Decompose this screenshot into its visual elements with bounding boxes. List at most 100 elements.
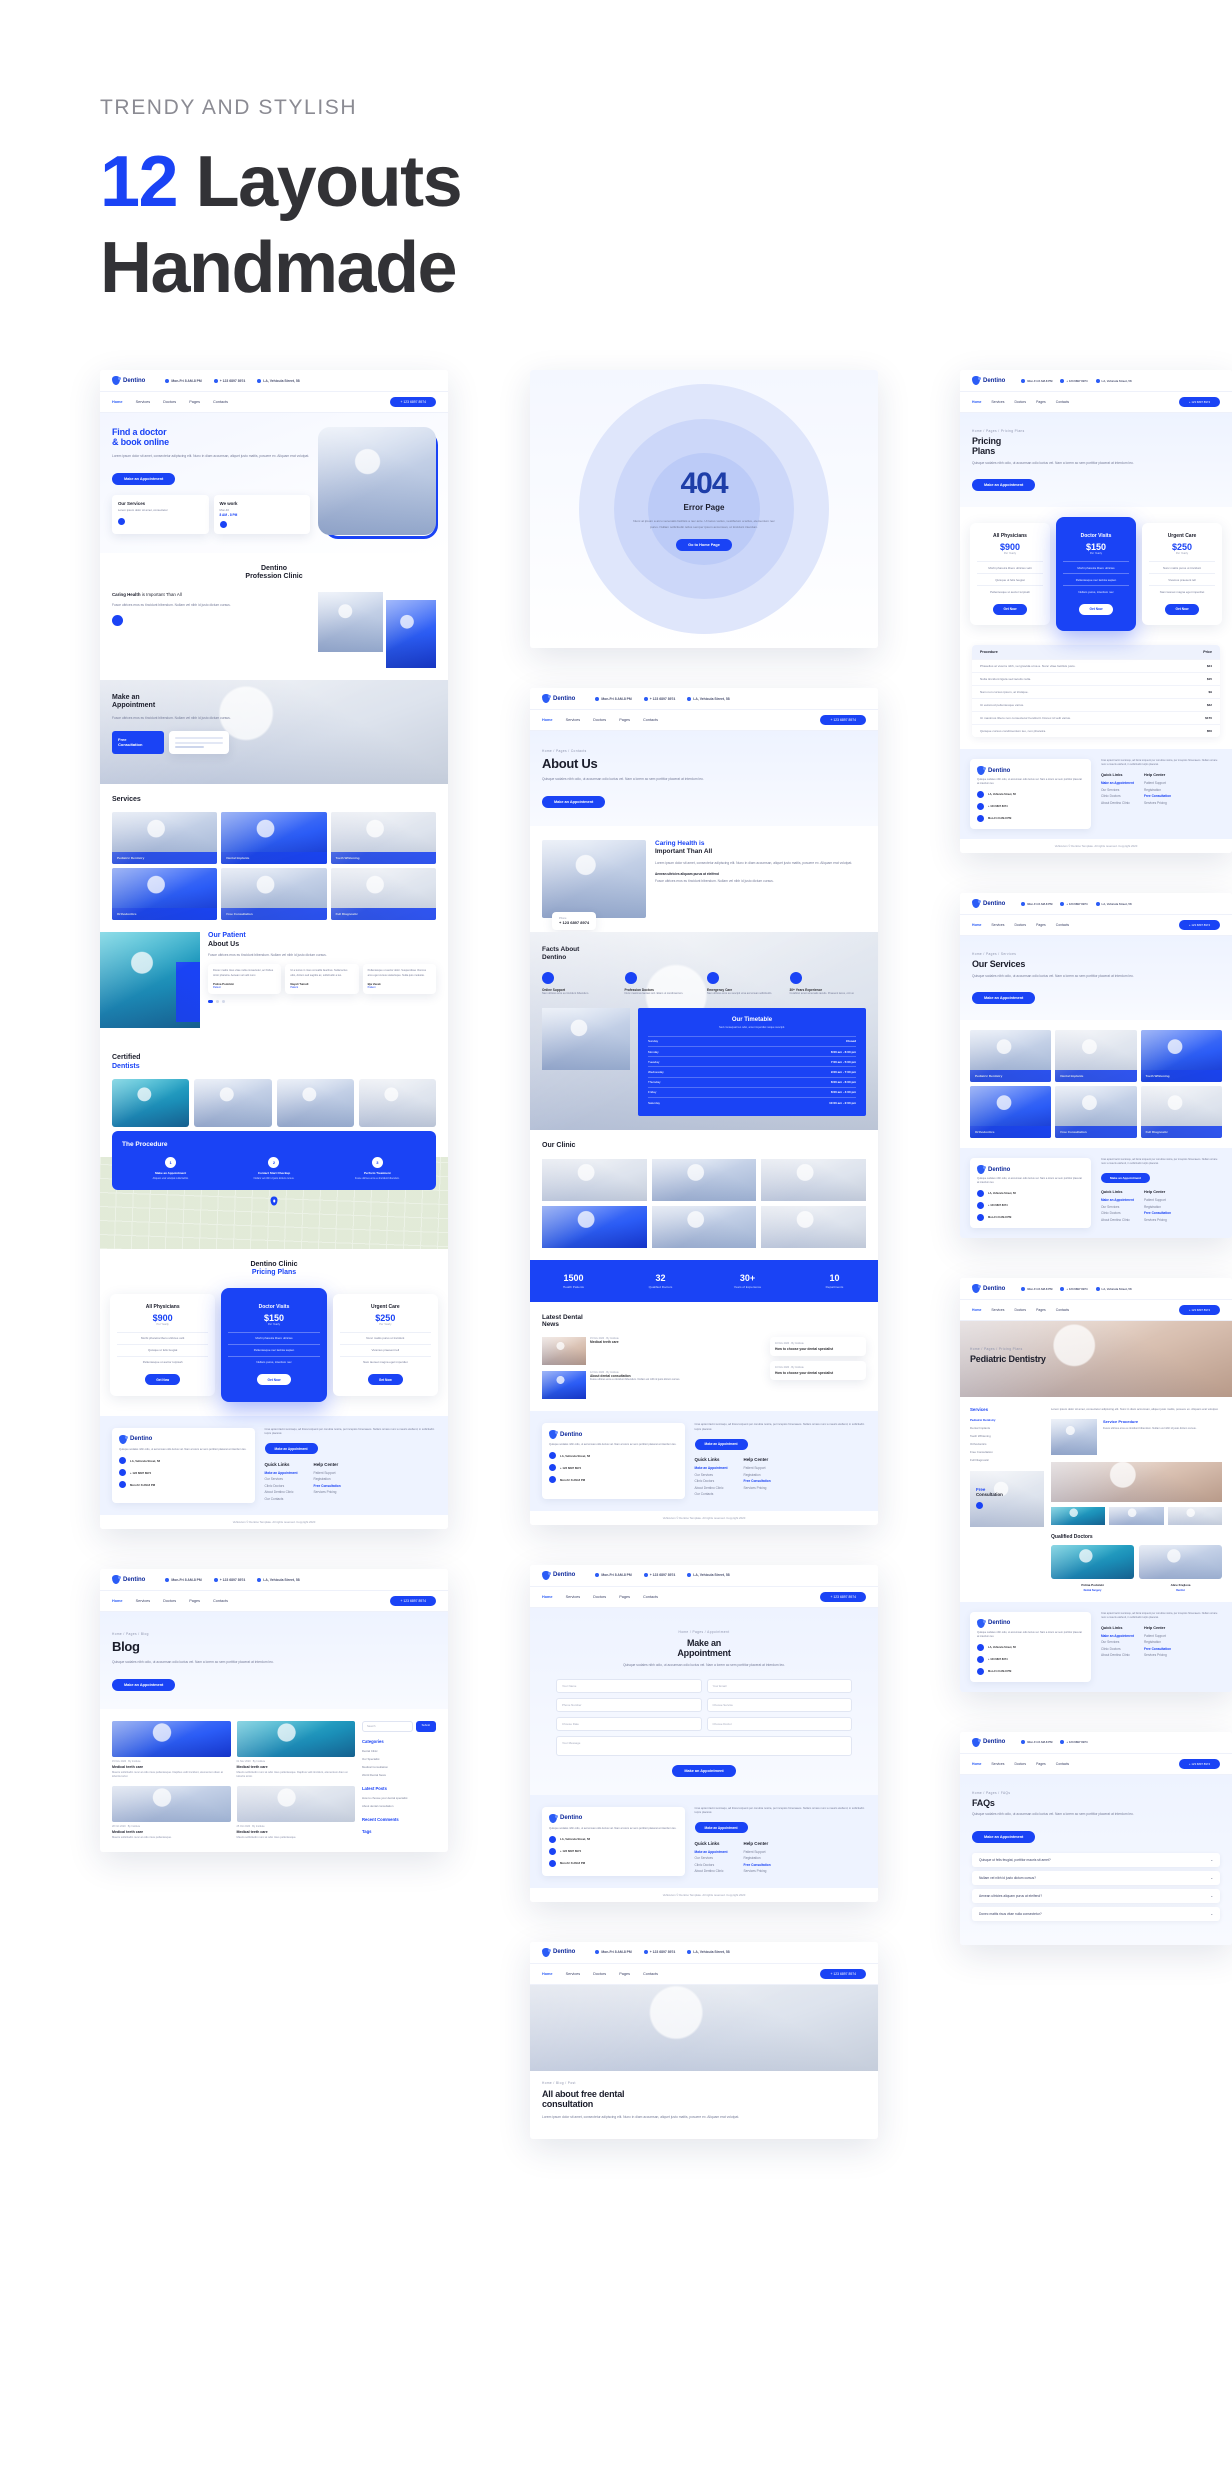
latest-post-item[interactable]: About dental consultation (362, 1802, 436, 1810)
nav-pages[interactable]: Pages (189, 1599, 200, 1603)
blog-appointment-button[interactable]: Make an Appointment (112, 1679, 176, 1692)
nav-services[interactable]: Services (566, 718, 581, 722)
field-doctor[interactable]: Choose Doctor (706, 1716, 852, 1731)
service-card[interactable]: Pediatric Dentistry (112, 812, 218, 865)
nav-phone-button[interactable]: + 123 6897 8974 (1178, 1758, 1220, 1769)
site-nav[interactable]: Home Services Doctors Pages Contacts + 1… (100, 392, 448, 413)
nav-pages[interactable]: Pages (1036, 923, 1046, 927)
news-card[interactable]: 15 Nov 2020 · By Institute Medical teeth … (542, 1337, 764, 1366)
mockup-pricing[interactable]: Dentino Mon-Fri 8 AM-8 PM + 123 6897 897… (960, 370, 1232, 854)
sidebar-service-item[interactable]: Pediatric Dentistry (970, 1416, 1044, 1424)
site-nav[interactable]: Home Services Doctors Pages Contacts + 1… (960, 392, 1232, 413)
mockup-about[interactable]: Dentino Mon-Fri 8 AM-8 PM + 123 6897 897… (530, 688, 878, 1525)
mockup-blog[interactable]: Dentino Mon-Fri 8 AM-8 PM + 123 6897 897… (100, 1569, 448, 1853)
pediatric-thumb[interactable] (1167, 1507, 1222, 1526)
nav-home[interactable]: Home (542, 1972, 553, 1976)
service-card[interactable]: Pediatric Dentistry (970, 1030, 1052, 1083)
free-consult-promo[interactable]: Free Consultation (970, 1471, 1044, 1528)
nav-doctors[interactable]: Doctors (593, 718, 606, 722)
get-now-button[interactable]: Get Now (145, 1374, 181, 1386)
footer-phone[interactable]: + 123 6897 8974 (119, 1469, 248, 1476)
hero-appointment-button[interactable]: Make an Appointment (112, 473, 176, 486)
logo[interactable]: Dentino (972, 1284, 1005, 1294)
nav-phone-button[interactable]: + 123 6897 8974 (820, 1591, 866, 1602)
pricing-card[interactable]: All Physicians $900 Per Yearly Morbi pha… (970, 523, 1050, 626)
site-nav[interactable]: Home Services Doctors Pages Contacts + 1… (960, 915, 1232, 937)
services-appointment-button[interactable]: Make an Appointment (972, 992, 1036, 1005)
logo[interactable]: Dentino (112, 1575, 145, 1585)
service-card[interactable]: Free Consultation (221, 868, 327, 921)
news-side-card[interactable]: 10 Nov 2020 · By Institute How to choose … (770, 1337, 866, 1357)
get-now-button[interactable]: Get Now (1078, 603, 1114, 615)
arrow-right-icon[interactable] (118, 518, 125, 526)
nav-doctors[interactable]: Doctors (1014, 400, 1026, 404)
service-card[interactable]: Orthodontics (970, 1086, 1052, 1139)
site-nav[interactable]: Home Services Doctors Pages Contacts + 1… (530, 710, 878, 731)
nav-home[interactable]: Home (112, 400, 123, 404)
faq-item[interactable]: Donec mattis risus vitae nulla consectet… (972, 1906, 1220, 1921)
site-nav[interactable]: Home Services Doctors Pages Contacts + 1… (100, 1591, 448, 1613)
nav-services[interactable]: Services (991, 1762, 1004, 1766)
mockup-faq[interactable]: Dentino Mon-Fri 8 AM-8 PM + 123 6897 897… (960, 1731, 1232, 1945)
blog-post[interactable]: 28 Oct 2020 By Institute Medical teeth ca… (112, 1785, 231, 1840)
nav-services[interactable]: Services (566, 1972, 581, 1976)
pricing-appointment-button[interactable]: Make an Appointment (972, 479, 1036, 492)
logo[interactable]: Dentino (972, 376, 1005, 385)
free-consult-card[interactable]: Free Consultation (112, 731, 164, 755)
mockup-blog-post[interactable]: Dentino Mon-Fri 8 AM-8 PM + 123 6897 897… (530, 1941, 878, 2139)
logo[interactable]: Dentino (972, 1737, 1005, 1747)
pricing-card-featured[interactable]: Doctor Visits $150 Per Yearly Morbi phar… (1056, 517, 1136, 632)
nav-contacts[interactable]: Contacts (1056, 400, 1069, 404)
nav-pages[interactable]: Pages (619, 718, 630, 722)
sidebar-service-item[interactable]: Full Diagnostic (970, 1456, 1044, 1464)
about-appointment-button[interactable]: Make an Appointment (542, 795, 606, 808)
clinic-gallery-photo[interactable] (651, 1205, 757, 1248)
nav-doctors[interactable]: Doctors (163, 1599, 176, 1603)
go-home-button[interactable]: Go to Home Page (676, 538, 732, 551)
site-nav[interactable]: Home Services Doctors Pages Contacts + 1… (960, 1753, 1232, 1775)
nav-phone-button[interactable]: + 123 6897 8974 (1178, 920, 1220, 931)
nav-phone-button[interactable]: + 123 6897 8974 (820, 715, 866, 725)
field-message[interactable]: Your Message (556, 1735, 852, 1756)
sidebar-service-item[interactable]: Dental Implants (970, 1424, 1044, 1432)
field-date[interactable]: Choose Date (556, 1716, 702, 1731)
faq-item[interactable]: Quisque ut felis feugiat, porttitor maur… (972, 1852, 1220, 1867)
logo[interactable]: Dentino (972, 899, 1005, 909)
nav-home[interactable]: Home (972, 1308, 981, 1312)
nav-services[interactable]: Services (566, 1595, 581, 1599)
pricing-card[interactable]: Urgent Care $250 Per Yearly Nunc mattis … (332, 1293, 438, 1396)
nav-pages[interactable]: Pages (1036, 1762, 1046, 1766)
doctor-card[interactable]: Alice Krejlova Dentist (1139, 1545, 1222, 1592)
footer-logo[interactable]: Dentino (977, 766, 1084, 776)
nav-pages[interactable]: Pages (1036, 400, 1046, 404)
footer-appointment-button[interactable]: Make an Appointment (1100, 1173, 1151, 1184)
service-card[interactable]: Full Diagnostic (330, 868, 436, 921)
nav-contacts[interactable]: Contacts (643, 1595, 658, 1599)
arrow-right-icon[interactable] (976, 1502, 983, 1510)
nav-pages[interactable]: Pages (619, 1972, 630, 1976)
clinic-gallery-photo[interactable] (542, 1158, 647, 1201)
nav-phone-button[interactable]: + 123 6897 8974 (390, 1596, 436, 1607)
footer-appointment-button[interactable]: Make an Appointment (694, 1822, 748, 1834)
hero-card-hours[interactable]: We work Mon-Fri 8 AM - 8 PM (213, 495, 310, 535)
news-card[interactable]: 12 Nov 2020 · By Institute About dental c… (542, 1371, 764, 1400)
nav-services[interactable]: Services (991, 923, 1004, 927)
arrow-right-icon[interactable] (219, 521, 227, 529)
get-now-button[interactable]: Get Now (256, 1374, 292, 1386)
site-nav[interactable]: Home Services Doctors Pages Contacts + 1… (530, 1586, 878, 1608)
field-service[interactable]: Choose Service (706, 1697, 852, 1712)
nav-contacts[interactable]: Contacts (1056, 1762, 1069, 1766)
news-side-card[interactable]: 10 Nov 2020 · By Institute How to choose … (770, 1361, 866, 1381)
pediatric-thumb[interactable] (1109, 1507, 1164, 1526)
blog-post[interactable]: 15 Nov 2020 By Institute Medical teeth ca… (112, 1721, 231, 1780)
nav-phone-button[interactable]: + 123 6897 8974 (820, 1968, 866, 1979)
get-now-button[interactable]: Get Now (1164, 603, 1200, 615)
faq-appointment-button[interactable]: Make an Appointment (972, 1830, 1036, 1843)
category-item[interactable]: Our Specialist (362, 1755, 436, 1763)
logo[interactable]: Dentino (542, 1947, 575, 1957)
nav-services[interactable]: Services (991, 400, 1004, 404)
pricing-card[interactable]: Urgent Care $250 Per Yearly Nunc mattis … (1142, 523, 1222, 626)
nav-phone-button[interactable]: + 123 6897 8974 (1178, 397, 1220, 407)
footer-appointment-button[interactable]: Make an Appointment (694, 1438, 748, 1450)
appointment-mini-card[interactable] (169, 731, 229, 755)
